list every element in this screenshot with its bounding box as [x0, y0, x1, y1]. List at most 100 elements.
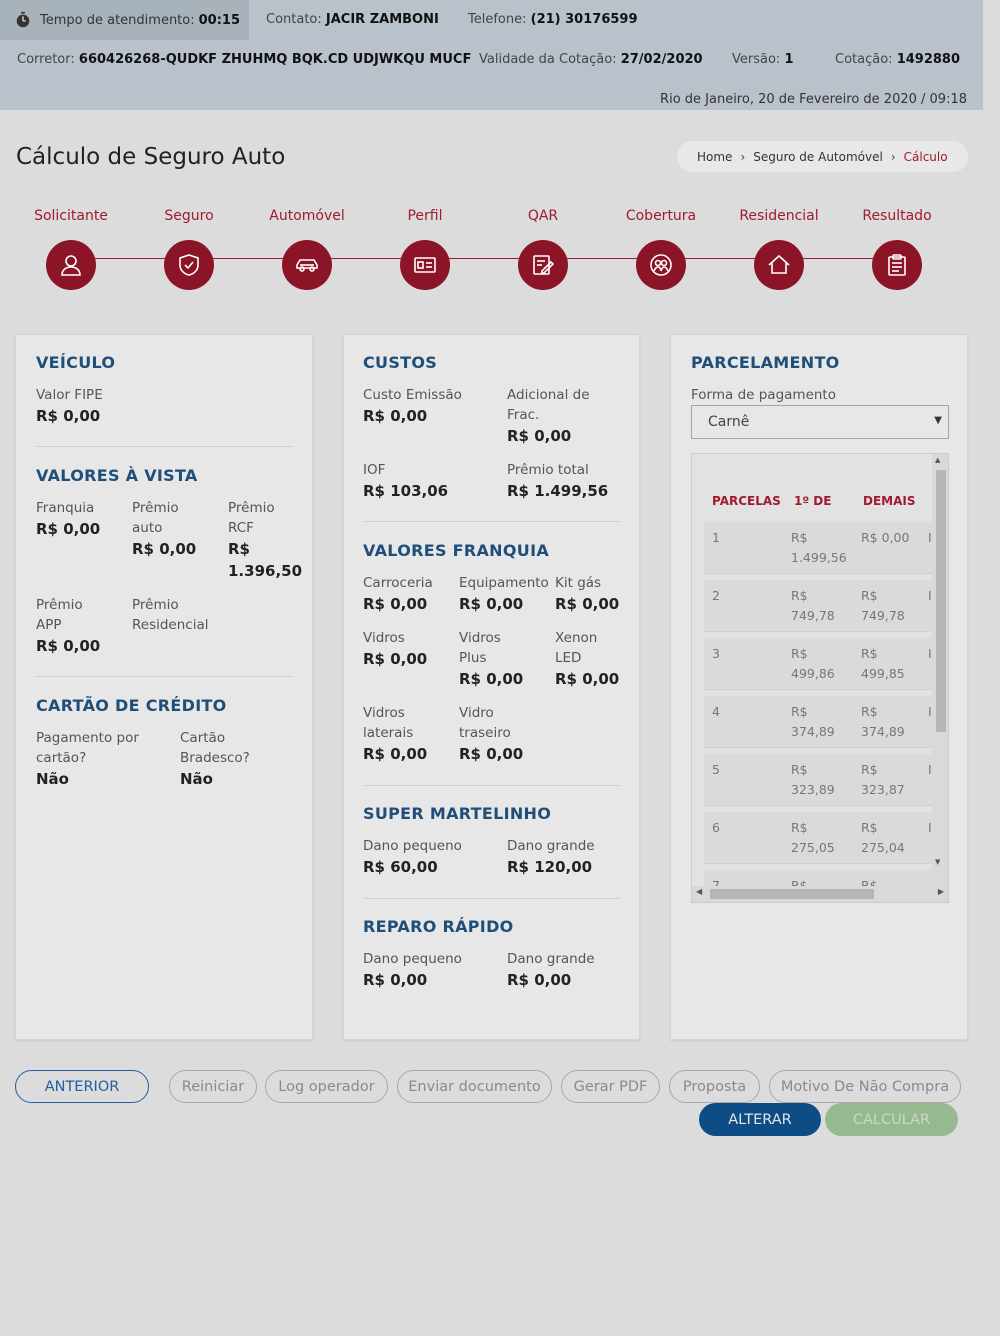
field-premio-total: Prêmio total R$ 1.499,56	[507, 460, 608, 502]
field-value: R$ 0,00	[555, 670, 620, 688]
field-card-bradesco: Cartão Bradesco? Não	[180, 728, 250, 790]
step-solicitante[interactable]: Solicitante	[11, 208, 131, 290]
version-info: Versão: 1	[732, 52, 794, 67]
panel-vehicle: VEÍCULO Valor FIPE R$ 0,00 VALORES À VIS…	[15, 334, 313, 1040]
cell-number: 1	[712, 530, 720, 545]
table-row[interactable]: 2 R$ 749,78 R$ 749,78 I	[704, 580, 932, 632]
cell-rest: 323,87	[861, 782, 905, 797]
table-row[interactable]: 1 R$ 1.499,56 R$ 0,00 I	[704, 522, 932, 574]
scrollbar-thumb[interactable]	[936, 470, 946, 732]
proposal-button[interactable]: Proposta	[669, 1070, 760, 1103]
page-title: Cálculo de Seguro Auto	[16, 144, 286, 170]
cell-rest: R$	[861, 588, 878, 603]
shield-icon	[164, 240, 214, 290]
field-vidros-laterais: Vidros laterais R$ 0,00	[363, 703, 427, 765]
quote-label: Cotação:	[835, 52, 893, 67]
send-document-button[interactable]: Enviar documento	[397, 1070, 552, 1103]
broker-value: 660426268-QUDKF ZHUHMQ BQK.CD UDJWKQU MU…	[78, 52, 472, 67]
scroll-left-icon[interactable]: ◀	[696, 887, 702, 896]
step-residencial[interactable]: Residencial	[719, 208, 839, 290]
scroll-right-icon[interactable]: ▶	[938, 887, 944, 896]
field-value: R$ 120,00	[507, 858, 593, 876]
field-card-payment: Pagamento por cartão? Não	[36, 728, 139, 790]
section-title-installments: PARCELAMENTO	[691, 353, 840, 372]
clipboard-icon	[872, 240, 922, 290]
cell-first: 323,89	[791, 782, 835, 797]
field-label: Dano pequeno	[363, 951, 462, 967]
field-value: R$ 0,00	[507, 971, 572, 989]
field-reparo-small: Dano pequeno R$ 0,00	[363, 949, 462, 991]
section-title-costs: CUSTOS	[363, 353, 438, 372]
cell-first: R$	[791, 762, 808, 777]
field-value: Não	[36, 770, 69, 788]
field-value: R$ 0,00	[132, 540, 197, 558]
alter-button[interactable]: ALTERAR	[699, 1103, 821, 1136]
breadcrumb-home[interactable]: Home	[697, 150, 732, 164]
field-value: R$ 0,00	[459, 745, 524, 763]
breadcrumb-section[interactable]: Seguro de Automóvel	[753, 150, 883, 164]
field-value: R$ 0,00	[363, 971, 428, 989]
step-label: Automóvel	[269, 208, 345, 224]
table-row[interactable]: 4 R$ 374,89 R$ 374,89 I	[704, 696, 932, 748]
cell-rest: 749,78	[861, 608, 905, 623]
step-qar[interactable]: QAR	[483, 208, 603, 290]
cell-rest: R$	[861, 762, 878, 777]
field-equipamento: Equipamento R$ 0,00	[459, 573, 549, 615]
field-iof: IOF R$ 103,06	[363, 460, 448, 502]
field-value: R$ 0,00	[555, 595, 620, 613]
payment-method-label: Forma de pagamento	[691, 387, 836, 403]
cell-first: 1.499,56	[791, 550, 847, 565]
field-label: Valor FIPE	[36, 387, 103, 403]
generate-pdf-button[interactable]: Gerar PDF	[561, 1070, 660, 1103]
col-header-rest: DEMAIS	[863, 494, 916, 508]
field-martelinho-large: Dano grande R$ 120,00	[507, 836, 595, 878]
step-cobertura[interactable]: Cobertura	[601, 208, 721, 290]
calculate-button[interactable]: CALCULAR	[825, 1103, 958, 1136]
operator-log-button[interactable]: Log operador	[265, 1070, 388, 1103]
timer-value: 00:15	[198, 12, 241, 28]
section-title-reparo-rapido: REPARO RÁPIDO	[363, 917, 514, 936]
field-value: R$ 0,00	[459, 670, 524, 688]
scrollbar-thumb[interactable]	[710, 889, 874, 899]
restart-button[interactable]: Reiniciar	[169, 1070, 257, 1103]
timer-label: Tempo de atendimento:	[40, 12, 195, 28]
table-row[interactable]: 3 R$ 499,86 R$ 499,85 I	[704, 638, 932, 690]
cell-first: R$	[791, 704, 808, 719]
divider	[363, 521, 621, 522]
field-label: Prêmio	[132, 597, 179, 613]
field-label: Vidros	[363, 630, 405, 646]
field-value: R$ 0,00	[363, 407, 428, 425]
field-label: Pagamento por	[36, 730, 139, 746]
step-seguro[interactable]: Seguro	[129, 208, 249, 290]
step-automovel[interactable]: Automóvel	[247, 208, 367, 290]
field-label: Equipamento	[459, 575, 549, 591]
field-kit-gas: Kit gás R$ 0,00	[555, 573, 619, 615]
field-value: R$ 103,06	[363, 482, 449, 500]
scroll-up-icon[interactable]: ▲	[935, 456, 940, 464]
divider	[363, 898, 621, 899]
field-reparo-large: Dano grande R$ 0,00	[507, 949, 595, 991]
header-info-bar: Tempo de atendimento: 00:15 Contato: JAC…	[0, 0, 983, 110]
step-resultado[interactable]: Resultado	[837, 208, 957, 290]
field-value: R$ 0,00	[363, 595, 428, 613]
table-row[interactable]: 5 R$ 323,89 R$ 323,87 I	[704, 754, 932, 806]
field-label: Prêmio	[228, 500, 275, 516]
horizontal-scrollbar[interactable]: ◀ ▶	[692, 886, 948, 902]
field-martelinho-small: Dano pequeno R$ 60,00	[363, 836, 462, 878]
table-row[interactable]: 6 R$ 275,05 R$ 275,04 I	[704, 812, 932, 864]
quote-info: Cotação: 1492880	[835, 52, 960, 67]
field-adicional-frac: Adicional de Frac. R$ 0,00	[507, 385, 590, 447]
step-perfil[interactable]: Perfil	[365, 208, 485, 290]
scroll-down-icon[interactable]: ▼	[935, 858, 940, 866]
previous-button[interactable]: ANTERIOR	[15, 1070, 149, 1103]
field-premio-residencial: Prêmio Residencial	[132, 595, 209, 635]
payment-method-select[interactable]: Carnê ▼	[691, 405, 949, 439]
vertical-scrollbar[interactable]: ▲ ▼	[932, 454, 948, 886]
field-value: R$ 0,00	[36, 520, 101, 538]
phone-label: Telefone:	[468, 12, 527, 27]
cell-rest: 275,04	[861, 840, 905, 855]
payment-method-label-wrap: Forma de pagamento	[691, 385, 836, 405]
cell-number: 6	[712, 820, 720, 835]
no-purchase-reason-button[interactable]: Motivo De Não Compra	[769, 1070, 961, 1103]
installments-table[interactable]: PARCELAS 1º DE DEMAIS 1 R$ 1.499,56 R$ 0…	[691, 453, 949, 903]
